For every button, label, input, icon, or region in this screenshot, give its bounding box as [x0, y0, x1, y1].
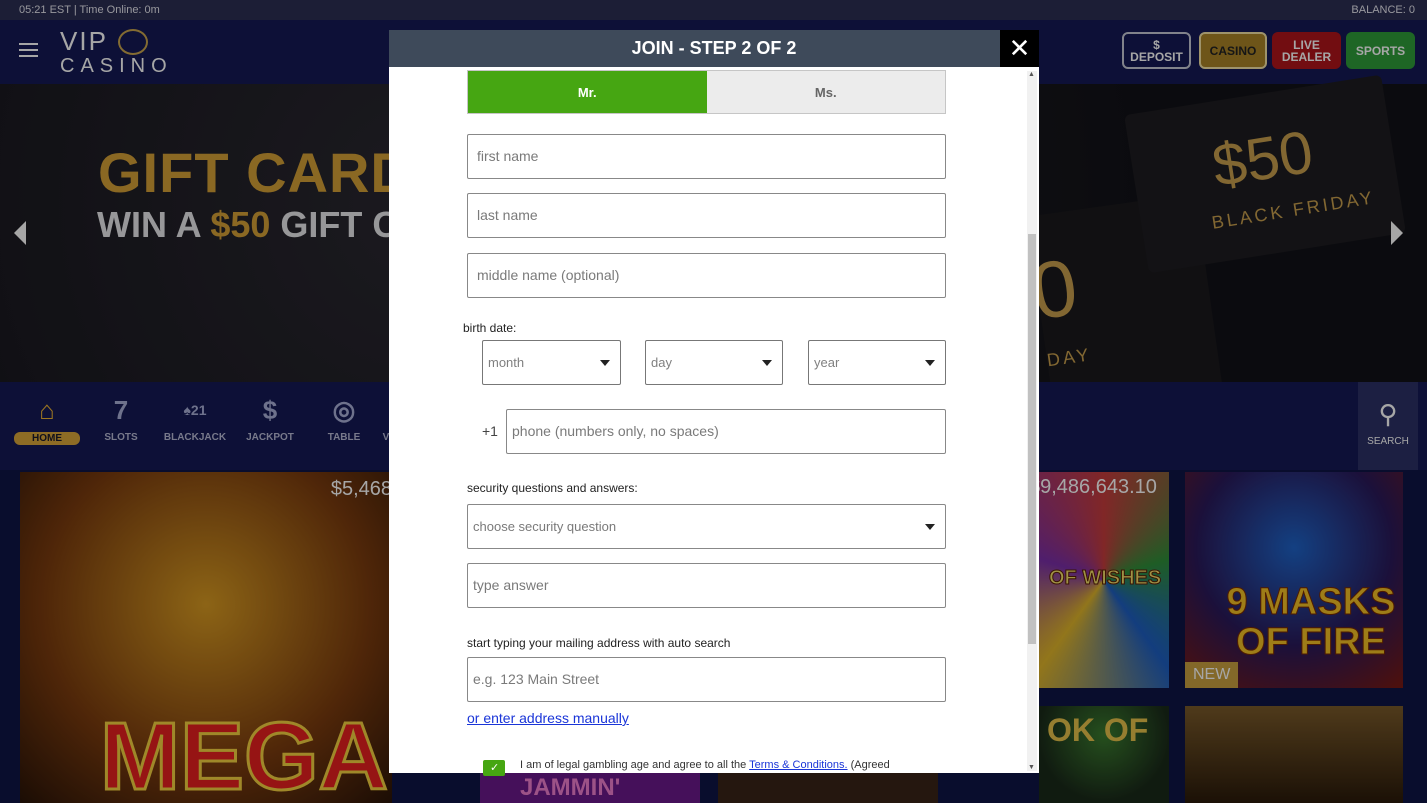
chevron-down-icon	[600, 360, 610, 366]
agree-text-suffix: (Agreed	[847, 759, 890, 771]
last-name-field[interactable]: last name	[467, 193, 946, 238]
address-label: start typing your mailing address with a…	[467, 636, 731, 650]
agree-text: I am of legal gambling age and agree to …	[520, 759, 890, 771]
address-field[interactable]: e.g. 123 Main Street	[467, 657, 946, 702]
birth-day-value: day	[651, 355, 672, 370]
chevron-down-icon	[925, 360, 935, 366]
chevron-down-icon	[925, 524, 935, 530]
gender-mr-button[interactable]: Mr.	[468, 71, 707, 113]
scroll-up-icon[interactable]: ▲	[1028, 71, 1035, 78]
scroll-down-icon[interactable]: ▼	[1028, 764, 1035, 771]
join-modal: JOIN - STEP 2 OF 2 ✕ ▲ ▼ Mr. Ms. first n…	[389, 30, 1039, 776]
birth-year-value: year	[814, 355, 840, 370]
agree-text-main: I am of legal gambling age and agree to …	[520, 759, 750, 771]
chevron-down-icon	[762, 360, 772, 366]
first-name-field[interactable]: first name	[467, 134, 946, 179]
security-answer-field[interactable]: type answer	[467, 563, 946, 608]
birth-month-select[interactable]: month	[482, 340, 621, 385]
close-button[interactable]: ✕	[1000, 30, 1039, 67]
phone-field[interactable]: phone (numbers only, no spaces)	[506, 409, 946, 454]
gender-toggle: Mr. Ms.	[467, 70, 946, 114]
phone-country-code: +1	[482, 423, 498, 439]
security-question-select[interactable]: choose security question	[467, 504, 946, 549]
security-question-value: choose security question	[473, 519, 617, 534]
birth-day-select[interactable]: day	[645, 340, 783, 385]
middle-name-field[interactable]: middle name (optional)	[467, 253, 946, 298]
birth-year-select[interactable]: year	[808, 340, 946, 385]
scrollbar-thumb[interactable]	[1028, 234, 1036, 644]
gender-ms-button[interactable]: Ms.	[706, 71, 945, 113]
modal-scrollbar[interactable]: ▲ ▼	[1027, 71, 1037, 771]
birth-month-value: month	[488, 355, 525, 370]
agree-checkbox[interactable]	[483, 760, 505, 776]
terms-link[interactable]: Terms & Conditions.	[749, 759, 847, 771]
modal-title: JOIN - STEP 2 OF 2	[389, 30, 1039, 67]
manual-address-link[interactable]: or enter address manually	[467, 710, 629, 726]
security-label: security questions and answers:	[467, 481, 638, 495]
birth-date-label: birth date:	[463, 321, 517, 335]
